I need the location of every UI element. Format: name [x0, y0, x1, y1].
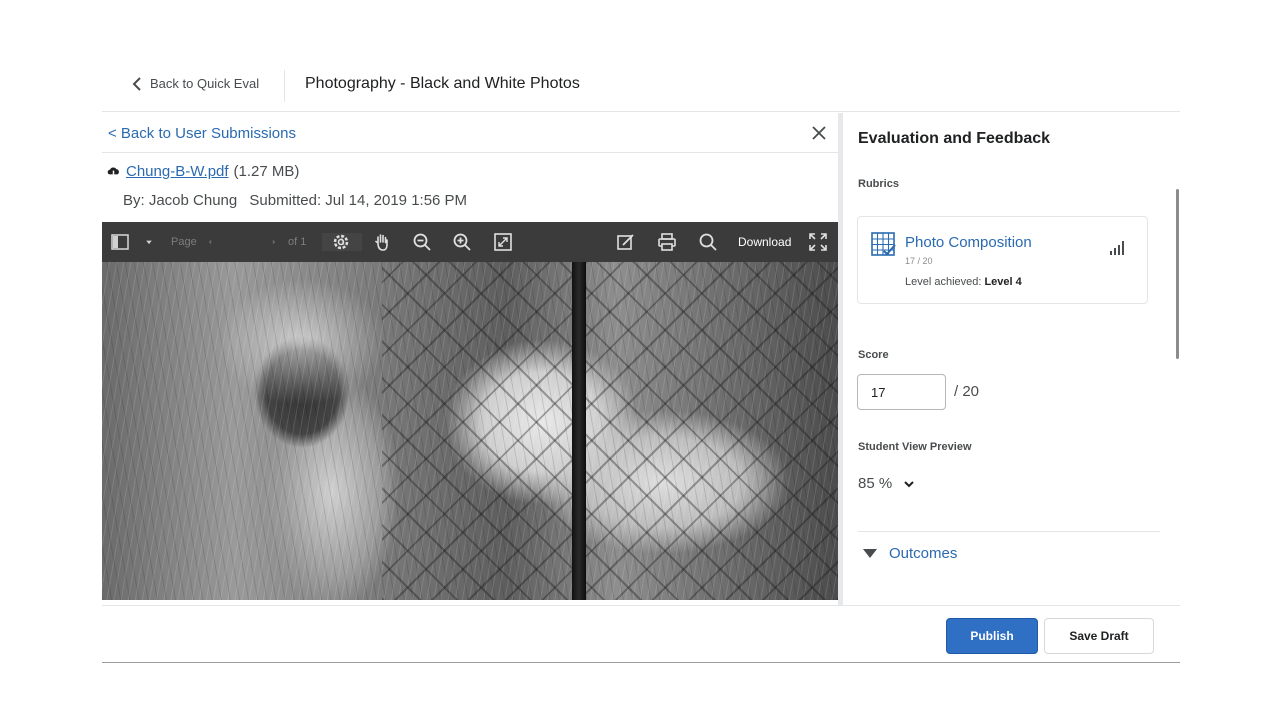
evaluation-panel: Evaluation and Feedback Rubrics Photo Co…: [843, 113, 1180, 603]
viewer-divider: [102, 152, 838, 153]
print-button[interactable]: [656, 232, 678, 252]
pdf-toolbar: Page of 1 Downloa: [102, 222, 838, 262]
annotate-button[interactable]: [616, 232, 636, 252]
submitted-date: Submitted: Jul 14, 2019 1:56 PM: [249, 192, 468, 209]
rubric-grid-icon: [871, 232, 896, 256]
page-title: Photography - Black and White Photos: [305, 75, 580, 92]
page-count-label: of 1: [288, 236, 307, 248]
rubric-level-value: Level 4: [984, 276, 1022, 288]
student-view-preview-dropdown[interactable]: 85 %: [858, 475, 916, 492]
evaluation-title: Evaluation and Feedback: [858, 130, 1051, 147]
chevron-down-icon: [904, 480, 914, 487]
fullscreen-button[interactable]: [807, 232, 829, 252]
pan-tool-button[interactable]: [371, 232, 393, 252]
gear-icon: [333, 234, 349, 250]
caret-down-icon: [863, 548, 877, 558]
rubrics-label: Rubrics: [858, 178, 899, 190]
student-view-preview-value: 85 %: [858, 475, 893, 492]
submitted-by: By: Jacob Chung: [123, 192, 238, 209]
hand-icon: [375, 234, 388, 251]
fit-page-icon: [494, 233, 512, 251]
previous-page-button[interactable]: [204, 232, 216, 252]
footer-bar: Publish Save Draft: [102, 605, 1180, 663]
publish-button[interactable]: Publish: [946, 618, 1038, 654]
sidebar-toggle-button[interactable]: [110, 232, 130, 252]
photo-fence-texture: [382, 262, 838, 600]
zoom-out-button[interactable]: [412, 232, 432, 252]
chevron-right-icon: [272, 239, 276, 245]
settings-button[interactable]: [331, 232, 351, 252]
file-row: Chung-B-W.pdf (1.27 MB): [106, 163, 299, 180]
chevron-left-icon: [132, 76, 141, 91]
rubric-score: 17 / 20: [905, 256, 933, 266]
panel-scrollbar[interactable]: [1176, 189, 1179, 359]
rubric-level: Level achieved: Level 4: [905, 276, 1022, 288]
search-button[interactable]: [698, 232, 718, 252]
rubric-name[interactable]: Photo Composition: [905, 234, 1032, 251]
edit-icon: [617, 234, 634, 250]
fit-page-button[interactable]: [493, 232, 513, 252]
photo-fence-post: [572, 262, 586, 600]
printer-icon: [658, 233, 676, 251]
zoom-in-icon: [453, 233, 471, 251]
score-max: / 20: [954, 383, 980, 400]
zoom-in-button[interactable]: [452, 232, 472, 252]
submission-viewer: < Back to User Submissions Chung-B-W.pdf…: [102, 113, 838, 603]
score-label: Score: [858, 349, 889, 361]
back-to-quick-eval-label: Back to Quick Eval: [150, 76, 260, 91]
search-icon: [699, 233, 717, 251]
sidebar-dropdown-button[interactable]: [142, 232, 156, 252]
outcomes-label: Outcomes: [889, 545, 958, 562]
chevron-left-icon: [208, 239, 212, 245]
page-label: Page: [171, 236, 197, 248]
header-divider: [284, 70, 285, 102]
back-to-user-submissions-link[interactable]: < Back to User Submissions: [108, 125, 296, 142]
back-to-quick-eval-link[interactable]: Back to Quick Eval: [132, 76, 259, 91]
score-input[interactable]: [857, 374, 946, 410]
top-bar: Back to Quick Eval Photography - Black a…: [102, 60, 1180, 112]
outcomes-toggle[interactable]: Outcomes: [863, 545, 957, 562]
student-view-preview-label: Student View Preview: [858, 441, 972, 453]
fullscreen-icon: [809, 233, 827, 251]
sidebar-icon: [111, 234, 129, 250]
submission-photo: [102, 262, 838, 600]
outcomes-divider: [858, 531, 1160, 532]
caret-down-icon: [146, 240, 152, 245]
next-page-button[interactable]: [268, 232, 280, 252]
cloud-download-icon[interactable]: [106, 164, 121, 179]
submission-meta: By: Jacob Chung Submitted: Jul 14, 2019 …: [123, 192, 467, 209]
close-icon[interactable]: [811, 125, 827, 141]
download-button[interactable]: Download: [738, 235, 791, 249]
zoom-out-icon: [413, 233, 431, 251]
file-name-link[interactable]: Chung-B-W.pdf: [126, 163, 229, 180]
save-draft-button[interactable]: Save Draft: [1044, 618, 1154, 654]
file-size: (1.27 MB): [233, 163, 300, 180]
level-bars-icon: [1110, 241, 1124, 255]
rubric-level-prefix: Level achieved:: [905, 276, 982, 288]
rubric-card[interactable]: Photo Composition 17 / 20 Level achieved…: [857, 216, 1148, 304]
